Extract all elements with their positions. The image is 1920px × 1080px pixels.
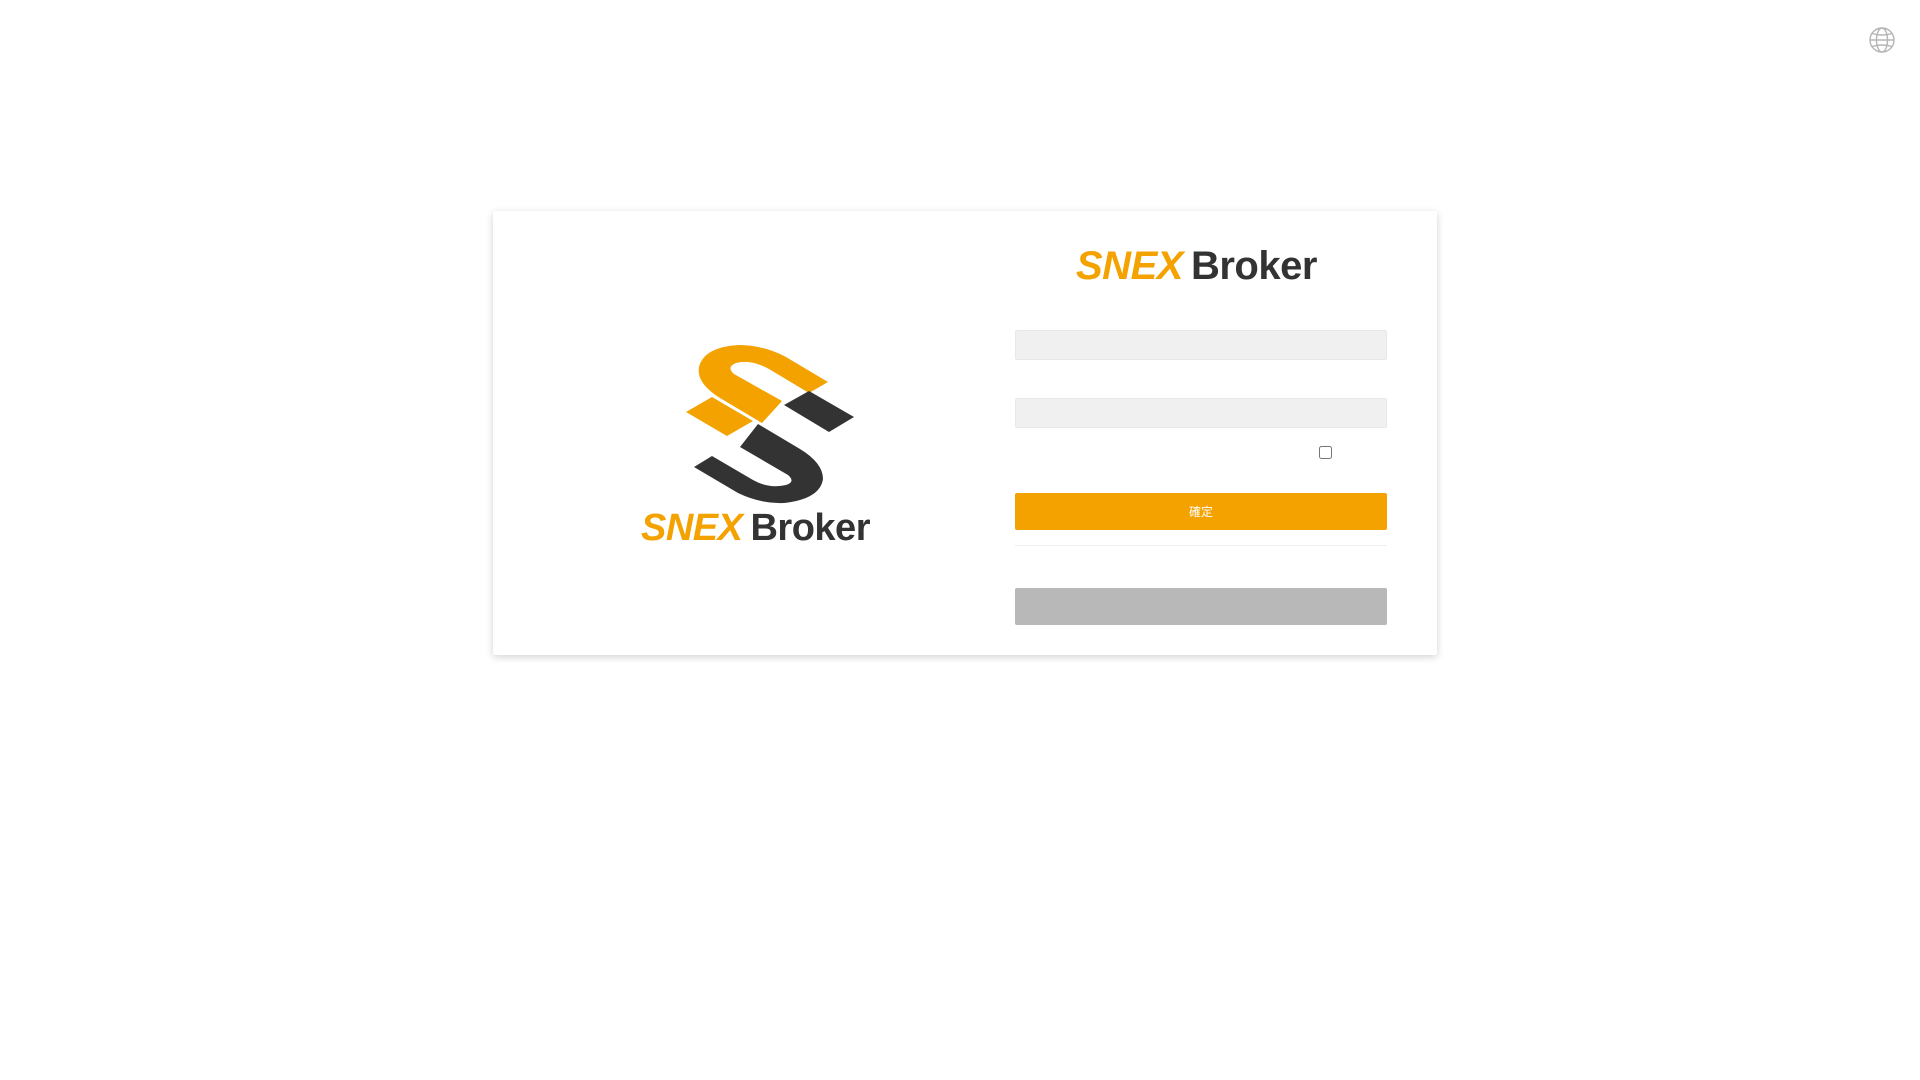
secondary-button[interactable] bbox=[1015, 588, 1387, 625]
password-input[interactable] bbox=[1015, 398, 1387, 428]
brand-snex-text: SNEX bbox=[1076, 244, 1183, 288]
brand-broker-text: Broker bbox=[750, 507, 870, 549]
brand-broker-text: Broker bbox=[1190, 244, 1317, 288]
username-input[interactable] bbox=[1015, 330, 1387, 360]
globe-icon[interactable] bbox=[1866, 24, 1898, 56]
remember-checkbox[interactable] bbox=[1319, 446, 1332, 459]
brand-wordmark-header: SNEX Broker bbox=[1076, 244, 1317, 289]
divider bbox=[1015, 545, 1387, 546]
brand-snex-text: SNEX bbox=[641, 507, 743, 549]
brand-wordmark-large: SNEX Broker bbox=[641, 507, 870, 550]
login-card: SNEX Broker SNEX Broker 確定 bbox=[493, 211, 1437, 655]
confirm-button[interactable]: 確定 bbox=[1015, 493, 1387, 530]
